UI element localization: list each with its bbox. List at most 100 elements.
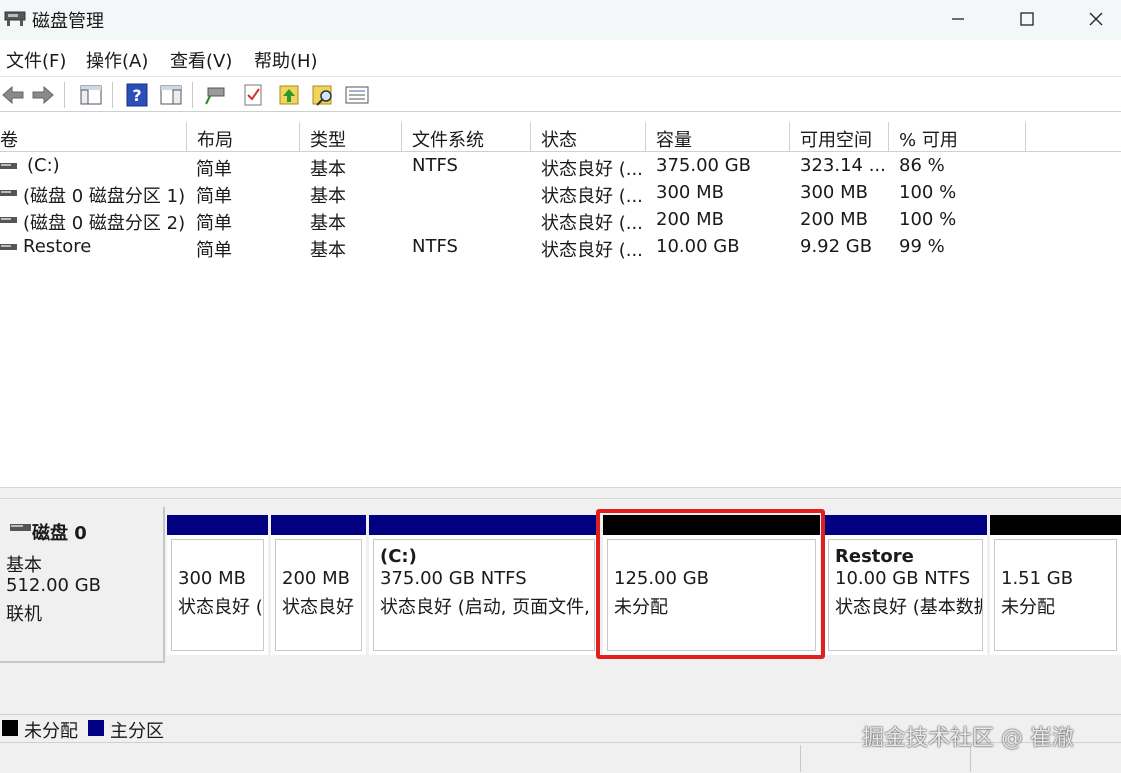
list-icon[interactable]: [344, 82, 370, 108]
column-status[interactable]: 状态: [531, 122, 646, 152]
partition-name: [614, 546, 815, 568]
volume-icon: [0, 217, 17, 223]
disk-icon: [10, 524, 31, 531]
disk-name: 磁盘 0: [32, 523, 87, 544]
partition-block[interactable]: 200 MB 状态良好: [271, 515, 366, 655]
partition-block[interactable]: Restore 10.00 GB NTFS 状态良好 (基本数据: [824, 515, 987, 655]
partition-body: 1.51 GB 未分配: [994, 539, 1117, 651]
cell-layout: 简单: [196, 159, 232, 180]
cell-status: 状态良好 (...: [541, 186, 643, 207]
partition-block[interactable]: 125.00 GB 未分配: [603, 515, 820, 655]
column-type[interactable]: 类型: [300, 122, 402, 152]
console-tree-icon[interactable]: [78, 82, 104, 108]
partition-size: 200 MB: [282, 568, 350, 589]
partition-block[interactable]: (C:) 375.00 GB NTFS 状态良好 (启动, 页面文件, 故: [369, 515, 599, 655]
back-icon[interactable]: [0, 82, 26, 108]
minimize-button[interactable]: [928, 0, 988, 38]
partition-size: 125.00 GB: [614, 568, 710, 589]
menu-action[interactable]: 操作(A): [86, 47, 148, 73]
partition-name: [282, 546, 361, 568]
partition-status: 未分配: [1001, 597, 1055, 618]
cell-filesystem: NTFS: [412, 236, 458, 257]
partition-status: 状态良好 (基本数据: [835, 597, 983, 618]
cell-capacity: 10.00 GB: [656, 236, 740, 257]
partition-type-bar: [603, 515, 820, 535]
partition-status: 状态良好 (: [178, 597, 263, 618]
close-icon: [1089, 12, 1103, 26]
close-button[interactable]: [1066, 0, 1121, 38]
check-icon[interactable]: [240, 82, 266, 108]
show-hide-icon[interactable]: [158, 82, 184, 108]
partition-block[interactable]: 1.51 GB 未分配: [990, 515, 1121, 655]
table-row[interactable]: Restore 简单 基本 NTFS 状态良好 (... 10.00 GB 9.…: [0, 234, 1121, 261]
svg-text:?: ?: [132, 86, 141, 105]
cell-type: 基本: [310, 186, 346, 207]
menu-bar: 文件(F) 操作(A) 查看(V) 帮助(H): [0, 42, 1121, 74]
partition-body: (C:) 375.00 GB NTFS 状态良好 (启动, 页面文件, 故: [373, 539, 595, 651]
cell-layout: 简单: [196, 186, 232, 207]
cell-percent: 86 %: [899, 155, 945, 176]
cell-layout: 简单: [196, 240, 232, 261]
column-capacity[interactable]: 容量: [646, 122, 790, 152]
column-free-space[interactable]: 可用空间: [790, 122, 889, 152]
menu-file[interactable]: 文件(F): [6, 47, 66, 73]
menu-view[interactable]: 查看(V): [170, 47, 232, 73]
legend-unallocated-swatch: [2, 720, 18, 736]
partition-size: 10.00 GB NTFS: [835, 568, 971, 589]
cell-percent: 100 %: [899, 209, 957, 230]
table-row[interactable]: (C:) 简单 基本 NTFS 状态良好 (... 375.00 GB 323.…: [0, 153, 1121, 180]
cell-type: 基本: [310, 159, 346, 180]
partition-size: 1.51 GB: [1001, 568, 1074, 589]
cell-status: 状态良好 (...: [541, 213, 643, 234]
cell-filesystem: NTFS: [412, 155, 458, 176]
cell-type: 基本: [310, 213, 346, 234]
partition-body: 125.00 GB 未分配: [607, 539, 816, 651]
column-header: 卷 布局 类型 文件系统 状态 容量 可用空间 % 可用: [0, 122, 1121, 152]
column-layout[interactable]: 布局: [187, 122, 300, 152]
menu-help[interactable]: 帮助(H): [254, 47, 318, 73]
title-bar: 磁盘管理: [0, 0, 1121, 40]
cell-percent: 100 %: [899, 182, 957, 203]
search-icon[interactable]: [310, 82, 336, 108]
maximize-button[interactable]: [997, 0, 1057, 38]
disk-info-panel[interactable]: 磁盘 0 基本 512.00 GB 联机: [0, 507, 165, 663]
table-row[interactable]: (磁盘 0 磁盘分区 1) 简单 基本 状态良好 (... 300 MB 300…: [0, 180, 1121, 207]
column-volume[interactable]: 卷: [0, 122, 187, 152]
cell-status: 状态良好 (...: [541, 240, 643, 261]
legend-unallocated-label: 未分配: [24, 721, 78, 742]
cell-status: 状态良好 (...: [541, 159, 643, 180]
volume-icon: [0, 163, 17, 169]
partition-block[interactable]: 300 MB 状态良好 (: [167, 515, 268, 655]
column-filesystem[interactable]: 文件系统: [402, 122, 531, 152]
partition-body: 200 MB 状态良好: [275, 539, 362, 651]
cell-free: 200 MB: [800, 209, 868, 230]
toolbar-separator: [192, 82, 193, 108]
table-row[interactable]: (磁盘 0 磁盘分区 2) 简单 基本 状态良好 (... 200 MB 200…: [0, 207, 1121, 234]
partition-status: 未分配: [614, 597, 668, 618]
disk-management-icon: [4, 11, 26, 26]
partition-size: 300 MB: [178, 568, 246, 589]
cell-volume: (C:): [27, 155, 60, 176]
partition-type-bar: [369, 515, 599, 535]
cell-volume: (磁盘 0 磁盘分区 1): [23, 186, 186, 207]
pane-splitter[interactable]: [0, 487, 1121, 499]
watermark: 掘金技术社区 @ 崔澈: [862, 726, 1074, 751]
cell-free: 300 MB: [800, 182, 868, 203]
minimize-icon: [952, 18, 964, 20]
connect-icon[interactable]: [204, 82, 230, 108]
cell-free: 9.92 GB: [800, 236, 873, 257]
forward-icon[interactable]: [30, 82, 56, 108]
up-arrow-icon[interactable]: [276, 82, 302, 108]
cell-percent: 99 %: [899, 236, 945, 257]
maximize-icon: [1020, 12, 1034, 26]
legend-primary-label: 主分区: [110, 721, 164, 742]
toolbar: ?: [0, 76, 1121, 112]
column-percent-free[interactable]: % 可用: [889, 122, 1026, 152]
partition-name: [178, 546, 263, 568]
help-icon[interactable]: ?: [124, 82, 150, 108]
cell-free: 323.14 ...: [800, 155, 886, 176]
disk-state: 联机: [6, 604, 42, 625]
partition-type-bar: [167, 515, 268, 535]
cell-capacity: 200 MB: [656, 209, 724, 230]
legend-primary-swatch: [88, 720, 104, 736]
